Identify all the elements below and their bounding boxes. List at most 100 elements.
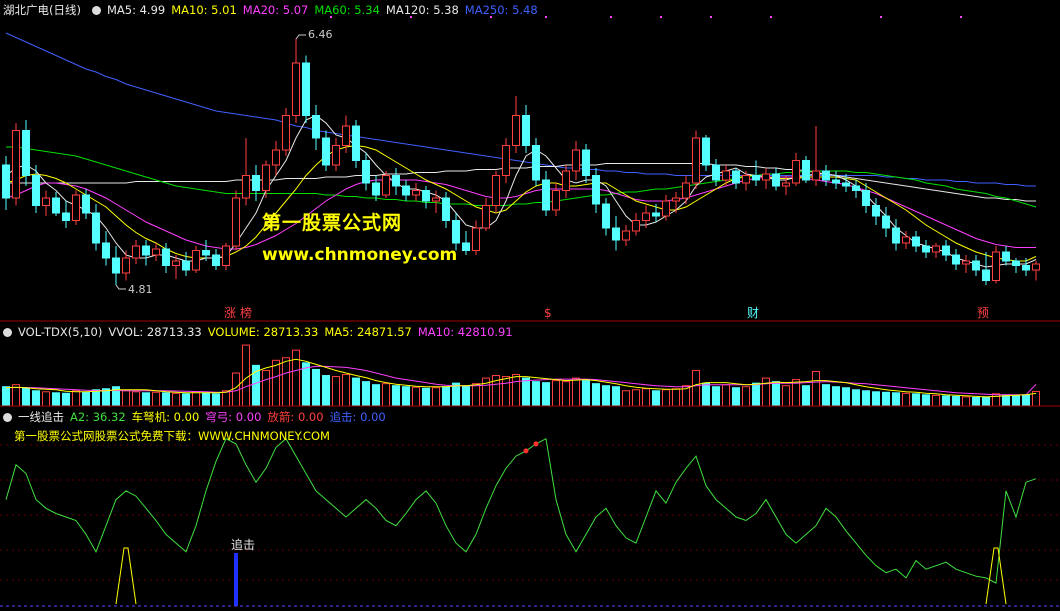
volume-bar — [82, 391, 90, 407]
candle-body — [62, 212, 70, 221]
volume-bar — [742, 386, 750, 407]
candle-body — [152, 248, 160, 256]
volume-bar — [622, 390, 630, 407]
event-tag-dollar[interactable]: $ — [544, 306, 552, 320]
volume-bar — [432, 387, 440, 407]
volume-bar — [912, 393, 920, 407]
vol-ma5-line — [5, 358, 1037, 398]
chart-canvas[interactable]: 6.46 4.81 — [0, 0, 1060, 611]
watermark-title: 第一股票公式网 — [262, 212, 403, 234]
candle-body — [592, 175, 600, 205]
event-tag-zhang[interactable]: 涨 — [224, 306, 236, 320]
indicator-subtitle: 第一股票公式网股票公式免费下载：WWW.CHNMONEY.COM — [14, 429, 330, 443]
ma5-readout: MA5: 4.99 — [106, 3, 166, 17]
fangjian-dot — [533, 441, 539, 447]
candle-body — [252, 175, 260, 191]
volume-collapse-icon[interactable] — [3, 328, 12, 337]
event-tag-cai[interactable]: 财 — [747, 306, 759, 320]
event-tag-yu[interactable]: 预 — [977, 306, 989, 320]
volume-panel[interactable] — [2, 344, 1040, 407]
volume-bar — [952, 395, 960, 407]
volume-header: VOL-TDX(5,10) VVOL: 28713.33 VOLUME: 28713… — [0, 324, 519, 340]
candle-body — [112, 257, 120, 274]
ma120-readout: MA120: 5.38 — [385, 3, 459, 17]
indicator-name[interactable]: 一线追击 — [18, 410, 64, 424]
candle-body — [342, 125, 350, 146]
volume-bar — [512, 374, 520, 407]
volume-bar — [532, 381, 540, 407]
candle-body — [362, 160, 370, 184]
candle-body — [122, 257, 130, 274]
volume-bar — [582, 380, 590, 407]
candle-body — [182, 260, 190, 271]
volume-bar — [52, 392, 60, 407]
volume-bar — [852, 389, 860, 407]
candle-body — [882, 215, 890, 229]
volume-bar — [602, 385, 610, 407]
candle-body — [732, 170, 740, 184]
volume-bar — [692, 369, 700, 407]
candle-body — [272, 149, 280, 166]
candle-body — [772, 173, 780, 187]
a2-readout: A2: 36.32 — [70, 410, 126, 424]
candle-body — [642, 212, 650, 221]
vvol-readout: VVOL: 28713.33 — [108, 325, 202, 339]
volume-bar — [262, 369, 270, 407]
volume-bar — [672, 388, 680, 407]
volume-bar — [322, 375, 330, 407]
candle-body — [292, 62, 300, 116]
volume-bar — [272, 359, 280, 407]
candle-body — [232, 197, 240, 247]
ma20-line — [5, 176, 1036, 250]
candle-body — [652, 212, 660, 217]
volume-bar — [972, 396, 980, 407]
candle-body — [162, 248, 170, 266]
header-collapse-icon[interactable] — [91, 6, 101, 15]
candle-body — [522, 115, 530, 146]
candle-body — [532, 145, 540, 181]
volume-bar — [182, 393, 190, 407]
ma5-line — [5, 114, 1037, 268]
volume-bar — [392, 385, 400, 407]
a2-line — [5, 437, 1037, 584]
volume-readout: VOLUME: 28713.33 — [207, 325, 319, 339]
candle-body — [222, 245, 230, 266]
volume-bar — [752, 382, 760, 407]
volume-bar — [652, 390, 660, 407]
volume-bar — [832, 386, 840, 407]
candle-body — [932, 245, 940, 253]
volume-bar — [642, 388, 650, 407]
candle-body — [172, 260, 180, 266]
vol-indicator-name[interactable]: VOL-TDX(5,10) — [18, 325, 102, 339]
indicator-collapse-icon[interactable] — [3, 413, 12, 422]
candle-body — [582, 149, 590, 176]
volume-bar — [922, 394, 930, 407]
candle-body — [322, 137, 330, 166]
candle-body — [1012, 260, 1020, 266]
candle-body — [502, 145, 510, 176]
stock-title[interactable]: 湖北广电(日线) — [3, 3, 81, 17]
volume-bar — [882, 391, 890, 407]
candle-body — [802, 160, 810, 181]
volume-bar — [72, 390, 80, 407]
volume-bar — [172, 392, 180, 407]
candle-body — [212, 254, 220, 266]
ma60-readout: MA60: 5.34 — [314, 3, 380, 17]
indicator-panel[interactable] — [0, 437, 1060, 606]
min-price-label: 4.81 — [128, 283, 153, 296]
volume-bar — [552, 380, 560, 407]
candle-body — [332, 145, 340, 166]
top-marker — [660, 16, 662, 18]
volume-bar — [122, 390, 130, 407]
event-tag-bang[interactable]: 榜 — [240, 306, 252, 320]
candle-body — [752, 175, 760, 181]
volume-bar — [382, 383, 390, 407]
candle-body — [912, 236, 920, 247]
volume-bar — [42, 391, 50, 407]
volume-bar — [522, 377, 530, 407]
volume-bar — [412, 386, 420, 407]
volume-bar — [202, 392, 210, 407]
price-panel[interactable]: 6.46 4.81 — [2, 16, 1040, 296]
candle-body — [12, 130, 20, 199]
volume-bar — [702, 382, 710, 407]
